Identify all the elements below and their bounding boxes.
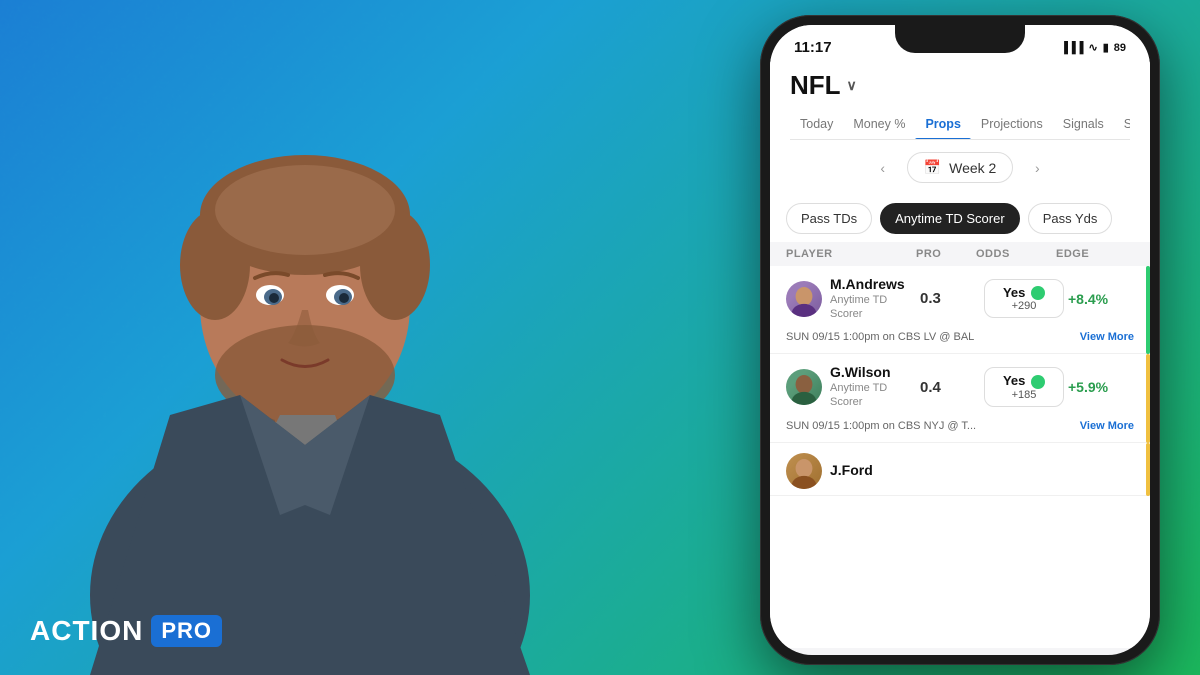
app-header: NFL ∨ Today Money % Props [770,62,1150,140]
tab-sys[interactable]: Sys [1114,109,1130,139]
status-time: 11:17 [794,39,832,56]
action-label: ACTION [30,615,143,647]
league-dropdown-icon[interactable]: ∨ [847,77,857,94]
pill-pass-yds[interactable]: Pass Yds [1028,203,1113,234]
battery-icon: ▮ [1103,41,1109,54]
tab-props[interactable]: Props [915,109,970,139]
view-more-andrews[interactable]: View More [1080,331,1134,343]
player-row-andrews: M.Andrews Anytime TDScorer 0.3 Yes [770,266,1150,354]
player-info-ford: J.Ford [786,453,916,489]
col-odds: Odds [976,248,1056,260]
odds-icon-wilson [1031,375,1045,389]
calendar-icon: 📅 [924,159,941,176]
odds-label-wilson: Yes [995,373,1053,389]
player-row: M.Andrews Anytime TDScorer 0.3 Yes [770,266,1150,354]
table-header: Player PRO Odds Edge [770,242,1150,266]
player-details-ford: J.Ford [830,462,873,479]
player-name-ford: J.Ford [830,462,873,479]
week-selector: ‹ 📅 Week 2 › [770,140,1150,195]
player-main: M.Andrews Anytime TDScorer 0.3 Yes [770,266,1150,327]
phone-mockup: 11:17 ▐▐▐ ∿ ▮ 89 NFL ∨ [760,15,1160,665]
edge-value-andrews: +8.4% [1068,291,1128,307]
player-info-andrews: M.Andrews Anytime TDScorer [786,276,916,321]
odds-btn-wilson[interactable]: Yes +185 [984,367,1064,407]
odds-value-wilson: +185 [995,389,1053,401]
pro-label: PRO [151,615,222,647]
nav-tabs: Today Money % Props Projections Signals [790,109,1130,140]
person-photo [0,0,620,675]
player-row: J.Ford [770,443,1150,496]
game-info-wilson: SUN 09/15 1:00pm on CBS NYJ @ T... [786,420,976,432]
app-content: NFL ∨ Today Money % Props [770,62,1150,648]
player-info-wilson: G.Wilson Anytime TDScorer [786,364,916,409]
col-player: Player [786,248,916,260]
signal-icon: ▐▐▐ [1060,42,1083,54]
phone-shell: 11:17 ▐▐▐ ∿ ▮ 89 NFL ∨ [760,15,1160,665]
game-info-andrews: SUN 09/15 1:00pm on CBS LV @ BAL [786,331,974,343]
tab-projections[interactable]: Projections [971,109,1053,139]
edge-indicator-wilson [1146,354,1150,442]
prev-week-button[interactable]: ‹ [871,156,895,180]
tab-today[interactable]: Today [790,109,843,139]
player-details-wilson: G.Wilson Anytime TDScorer [830,364,891,409]
odds-value-andrews: +290 [995,300,1053,312]
col-edge: Edge [1056,248,1116,260]
player-game-andrews: SUN 09/15 1:00pm on CBS LV @ BAL View Mo… [770,327,1150,353]
tab-signals[interactable]: Signals [1053,109,1114,139]
pro-value-wilson: 0.4 [920,379,980,396]
week-label[interactable]: 📅 Week 2 [907,152,1014,183]
player-name-andrews: M.Andrews [830,276,905,293]
branding-container: ACTION PRO [30,615,222,647]
col-pro: PRO [916,248,976,260]
edge-value-wilson: +5.9% [1068,379,1128,395]
avatar-andrews [786,281,822,317]
league-name: NFL [790,70,841,101]
avatar-ford [786,453,822,489]
wifi-icon: ∿ [1088,41,1097,54]
edge-indicator-ford [1146,443,1150,496]
player-main-ford: J.Ford [770,443,1150,495]
player-row-wilson: G.Wilson Anytime TDScorer 0.4 Yes [770,354,1150,442]
filter-pills: Pass TDs Anytime TD Scorer Pass Yds [770,195,1150,242]
tab-money[interactable]: Money % [843,109,915,139]
player-main-wilson: G.Wilson Anytime TDScorer 0.4 Yes [770,354,1150,415]
player-stat-label-wilson: Anytime TDScorer [830,381,891,410]
phone-screen: 11:17 ▐▐▐ ∿ ▮ 89 NFL ∨ [770,25,1150,655]
battery-value: 89 [1114,42,1126,54]
view-more-wilson[interactable]: View More [1080,420,1134,432]
edge-indicator-andrews [1146,266,1150,354]
player-details-andrews: M.Andrews Anytime TDScorer [830,276,905,321]
player-game-wilson: SUN 09/15 1:00pm on CBS NYJ @ T... View … [770,416,1150,442]
pill-pass-tds[interactable]: Pass TDs [786,203,872,234]
next-week-button[interactable]: › [1025,156,1049,180]
player-stat-label-andrews: Anytime TDScorer [830,293,905,322]
status-icons: ▐▐▐ ∿ ▮ 89 [1060,41,1126,54]
pill-anytime-td[interactable]: Anytime TD Scorer [880,203,1020,234]
avatar-wilson [786,369,822,405]
odds-btn-andrews[interactable]: Yes +290 [984,279,1064,319]
player-row: G.Wilson Anytime TDScorer 0.4 Yes [770,354,1150,442]
odds-label-andrews: Yes [995,285,1053,301]
player-name-wilson: G.Wilson [830,364,891,381]
week-text: Week 2 [949,160,996,176]
odds-icon-andrews [1031,286,1045,300]
league-title[interactable]: NFL ∨ [790,70,1130,109]
pro-value-andrews: 0.3 [920,290,980,307]
player-row-ford: J.Ford [770,443,1150,496]
phone-notch [895,25,1025,53]
